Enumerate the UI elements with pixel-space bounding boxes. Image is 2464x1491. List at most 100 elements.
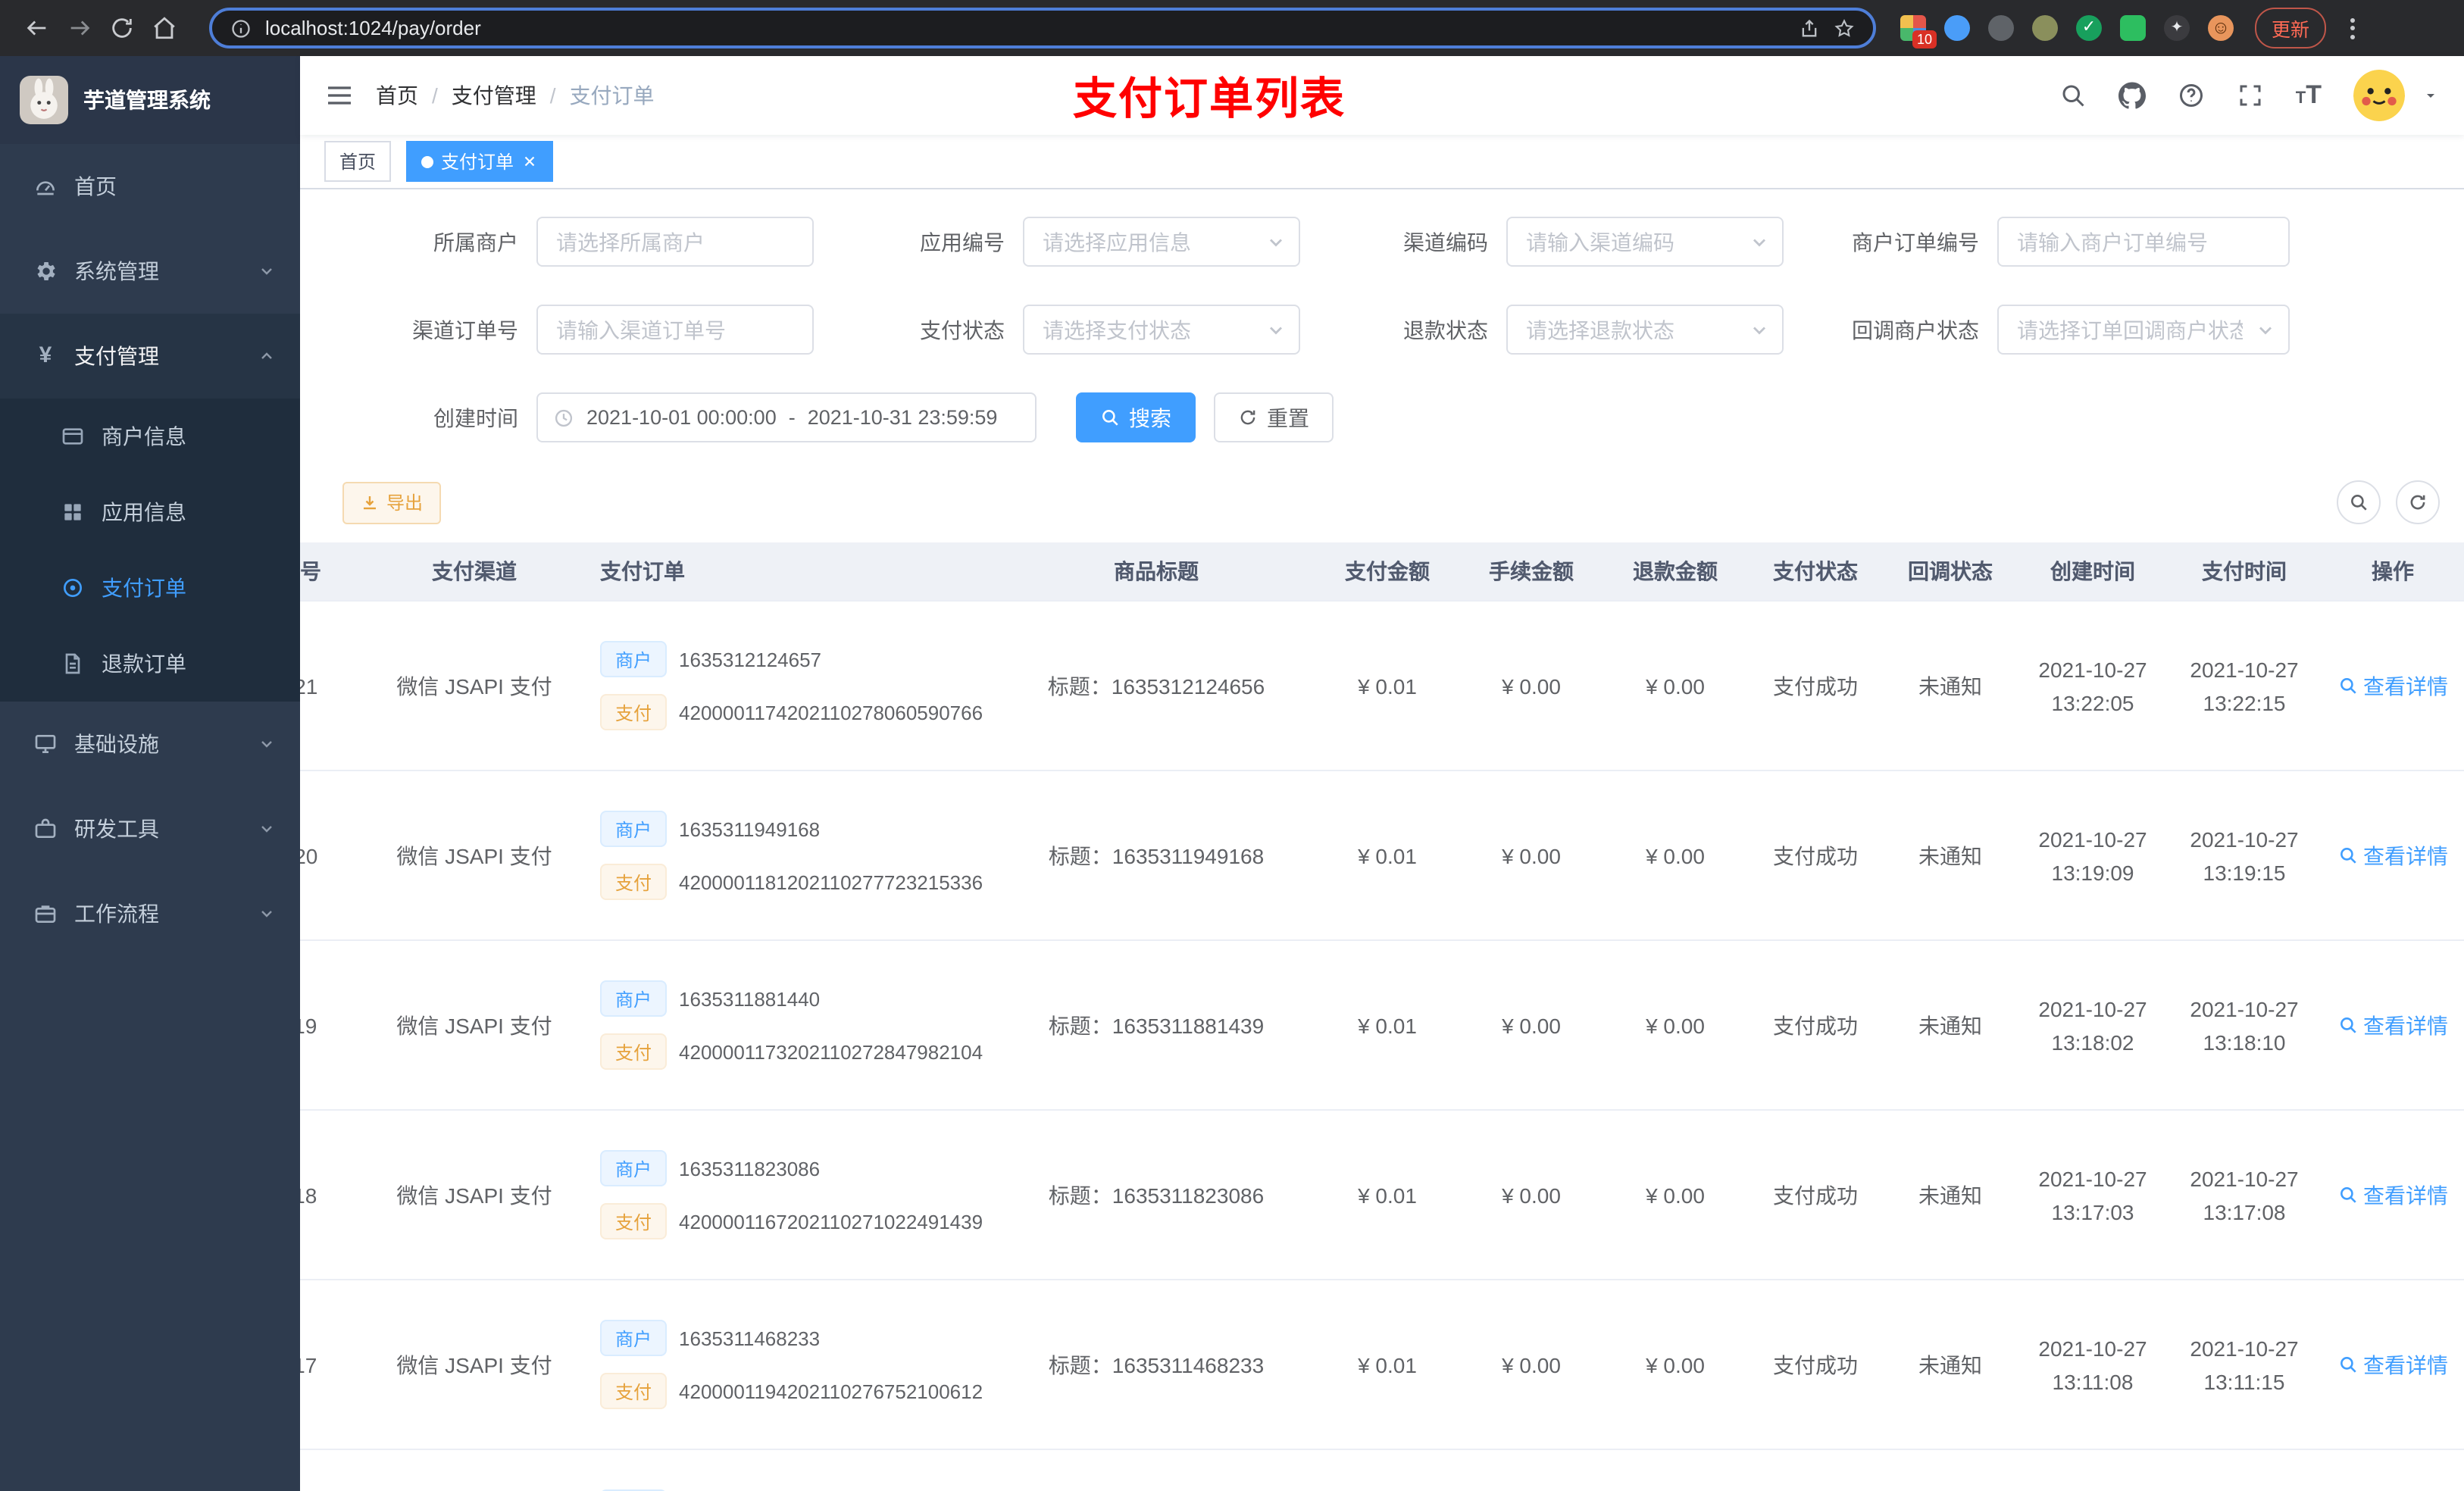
sidebar-item-home[interactable]: 首页 — [0, 144, 300, 229]
create-time-range-picker[interactable]: 2021-10-01 00:00:00 - 2021-10-31 23:59:5… — [536, 392, 1037, 442]
forward-button[interactable] — [58, 7, 100, 49]
extension-check-icon[interactable] — [2076, 15, 2102, 41]
cell-fee: ¥ 0.00 — [1459, 940, 1603, 1111]
refresh-button[interactable] — [2396, 480, 2440, 524]
app-title: 芋道管理系统 — [83, 88, 211, 112]
sidebar-item-infra[interactable]: 基础设施 — [0, 702, 300, 786]
cell-status: 支付成功 — [1747, 940, 1884, 1111]
sidebar-item-app-info[interactable]: 应用信息 — [0, 474, 300, 550]
view-detail-link[interactable]: 查看详情 — [2337, 670, 2448, 701]
caret-down-icon[interactable] — [2422, 86, 2440, 105]
view-detail-link[interactable]: 查看详情 — [2337, 1349, 2448, 1380]
site-info-icon[interactable] — [230, 17, 252, 39]
col-notify: 回调状态 — [1884, 542, 2017, 602]
hamburger-icon[interactable] — [324, 80, 355, 111]
app-no-select[interactable] — [1023, 217, 1300, 267]
notify-status-select[interactable] — [1997, 305, 2290, 355]
sidebar-item-pay-order[interactable]: 支付订单 — [0, 550, 300, 626]
table-row: 118 微信 JSAPI 支付 商户 1635311823086 支付 4200… — [300, 1110, 2464, 1280]
monitor-icon — [33, 732, 58, 756]
pay-status-select[interactable] — [1023, 305, 1300, 355]
help-icon[interactable] — [2178, 82, 2205, 109]
channel-code-select[interactable] — [1506, 217, 1784, 267]
cell-notify: 未通知 — [1884, 1110, 2017, 1280]
search-icon[interactable] — [2059, 82, 2087, 109]
cell-amount: ¥ 0.01 — [1315, 1110, 1459, 1280]
col-amount: 支付金额 — [1315, 542, 1459, 602]
merchant-tag: 商户 — [600, 811, 668, 847]
page-title: 支付订单列表 — [1072, 76, 1346, 124]
document-icon — [61, 652, 85, 676]
col-create-time: 创建时间 — [2017, 542, 2169, 602]
cell-pay-time — [2169, 1449, 2320, 1491]
merchant-tag: 商户 — [600, 1320, 668, 1356]
sidebar-item-workflow[interactable]: 工作流程 — [0, 871, 300, 956]
col-refund: 退款金额 — [1603, 542, 1747, 602]
sidebar-item-pay[interactable]: ¥ 支付管理 — [0, 314, 300, 399]
view-detail-link[interactable]: 查看详情 — [2337, 1010, 2448, 1040]
filter-form: 所属商户 应用编号 渠道编码 — [300, 189, 2464, 442]
cell-order: 商户 1635312124657 支付 42000011742021102780… — [588, 601, 997, 771]
fullscreen-icon[interactable] — [2237, 82, 2264, 109]
cell-notify — [1884, 1449, 2017, 1491]
merchant-order-no-input[interactable] — [1997, 217, 2290, 267]
back-button[interactable] — [15, 7, 58, 49]
sidebar-logo[interactable]: 芋道管理系统 — [0, 56, 300, 144]
view-detail-link[interactable]: 查看详情 — [2337, 1180, 2448, 1210]
sidebar-item-system[interactable]: 系统管理 — [0, 229, 300, 314]
reload-button[interactable] — [100, 7, 142, 49]
chrome-menu-icon[interactable] — [2344, 11, 2361, 45]
merchant-filter-input[interactable] — [536, 217, 814, 267]
profile-avatar-icon[interactable] — [2208, 15, 2234, 41]
address-bar[interactable]: localhost:1024/pay/order — [209, 8, 1876, 48]
sidebar-item-dev-tools[interactable]: 研发工具 — [0, 786, 300, 871]
cell-channel: 微信 JSAPI 支付 — [361, 1110, 588, 1280]
cell-title: 标题：1635311949168 — [997, 771, 1315, 941]
sidebar-item-merchant-info[interactable]: 商户信息 — [0, 399, 300, 474]
cell-create-time: 2021-10-27 13:18:02 — [2017, 940, 2169, 1111]
breadcrumb-home[interactable]: 首页 — [376, 80, 418, 111]
chevron-up-icon — [258, 347, 276, 365]
tab-home[interactable]: 首页 — [324, 141, 392, 182]
merchant-order-no: 1635311949168 — [679, 817, 821, 840]
close-icon[interactable] — [521, 153, 538, 170]
breadcrumb-pay[interactable]: 支付管理 — [452, 80, 536, 111]
share-icon[interactable] — [1799, 17, 1820, 39]
cell-notify: 未通知 — [1884, 940, 2017, 1111]
extension-olive-icon[interactable] — [2032, 15, 2058, 41]
dashboard-icon — [33, 174, 58, 198]
font-size-icon[interactable] — [2296, 83, 2322, 108]
extensions-puzzle-icon[interactable] — [2164, 15, 2190, 41]
extension-book-icon[interactable] — [2120, 15, 2146, 41]
sidebar: 芋道管理系统 首页 系统管理 ¥ 支付管理 商户信息 应用信息 支付订单 退款订… — [0, 56, 300, 1491]
export-button[interactable]: 导出 — [342, 481, 442, 524]
merchant-tag: 商户 — [600, 641, 668, 677]
home-button[interactable] — [142, 7, 185, 49]
bookmark-star-icon[interactable] — [1834, 17, 1855, 39]
chrome-update-button[interactable]: 更新 — [2255, 8, 2327, 48]
cell-action: 查看详情 — [2320, 940, 2464, 1111]
view-detail-link[interactable]: 查看详情 — [2337, 840, 2448, 871]
cell-refund: ¥ 0.00 — [1603, 1110, 1747, 1280]
col-action: 操作 — [2320, 542, 2464, 602]
reset-button[interactable]: 重置 — [1214, 392, 1334, 442]
github-icon[interactable] — [2118, 82, 2146, 109]
cell-fee: ¥ 0.00 — [1459, 601, 1603, 771]
tab-pay-order[interactable]: 支付订单 — [406, 141, 554, 182]
sidebar-item-refund-order[interactable]: 退款订单 — [0, 626, 300, 702]
navbar-actions — [2059, 70, 2440, 121]
extension-blue-icon[interactable] — [1944, 15, 1970, 41]
refund-status-select[interactable] — [1506, 305, 1784, 355]
cell-id: 119 — [300, 940, 361, 1111]
cell-notify: 未通知 — [1884, 1280, 2017, 1450]
table-row: 商户 1635311457368 支付 查看详情 — [300, 1449, 2464, 1491]
extension-dark-icon[interactable] — [1988, 15, 2014, 41]
toggle-search-button[interactable] — [2337, 480, 2381, 524]
url-text[interactable]: localhost:1024/pay/order — [265, 17, 1785, 39]
search-button[interactable]: 搜索 — [1076, 392, 1196, 442]
cell-create-time: 2021-10-27 13:19:09 — [2017, 771, 2169, 941]
user-avatar[interactable] — [2353, 70, 2405, 121]
cell-status: 支付成功 — [1747, 1110, 1884, 1280]
extension-grid-icon[interactable]: 10 — [1900, 15, 1937, 48]
channel-order-no-input[interactable] — [536, 305, 814, 355]
